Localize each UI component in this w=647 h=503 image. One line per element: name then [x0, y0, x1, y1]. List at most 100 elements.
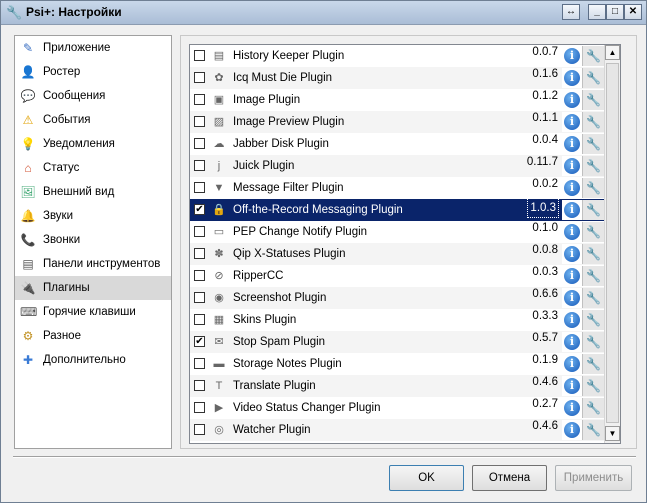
plugin-name: Image Preview Plugin — [233, 116, 345, 128]
plugin-info-button[interactable]: i — [562, 376, 582, 396]
sidebar-item[interactable]: 💡 Уведомления — [15, 132, 171, 156]
plugin-info-button[interactable]: i — [562, 310, 582, 330]
plugin-settings-wrench-icon[interactable]: 🔧 — [582, 288, 604, 308]
plugin-settings-wrench-icon[interactable]: 🔧 — [582, 354, 604, 374]
ok-button[interactable]: OK — [389, 465, 464, 491]
plugin-info-button[interactable]: i — [562, 68, 582, 88]
sidebar-item[interactable]: ⌂ Статус — [15, 156, 171, 180]
plugin-info-button[interactable]: i — [562, 200, 582, 220]
disk-icon: ☁ — [213, 138, 225, 150]
sidebar-item[interactable]: 🔔 Звуки — [15, 204, 171, 228]
sidebar-item[interactable]: 🖼 Внешний вид — [15, 180, 171, 204]
restore-size-button[interactable]: ↔ — [562, 4, 580, 20]
plugin-info-button[interactable]: i — [562, 46, 582, 66]
sidebar-item[interactable]: ⌨ Горячие клавиши — [15, 300, 171, 324]
plugin-info-button[interactable]: i — [562, 178, 582, 198]
info-icon: i — [564, 246, 580, 262]
plugin-settings-wrench-icon[interactable]: 🔧 — [582, 46, 604, 66]
scroll-thumb[interactable] — [606, 63, 619, 423]
sidebar-item[interactable]: ▤ Панели инструментов — [15, 252, 171, 276]
plugin-info-button[interactable]: i — [562, 112, 582, 132]
sidebar-item-label: События — [43, 114, 91, 126]
title-bar[interactable]: 🔧 Psi+: Настройки ↔ _ □ ✕ — [1, 1, 646, 25]
plugin-enable-checkbox[interactable] — [194, 270, 205, 281]
plugin-enable-checkbox[interactable]: ✔ — [194, 336, 205, 347]
plugin-enable-checkbox[interactable] — [194, 50, 205, 61]
plugin-settings-wrench-icon[interactable]: 🔧 — [582, 266, 604, 286]
plugin-name: Juick Plugin — [233, 160, 295, 172]
plugin-enable-checkbox[interactable] — [194, 116, 205, 127]
status-icon: ⌂ — [24, 161, 32, 175]
plugin-info-button[interactable]: i — [562, 156, 582, 176]
sidebar-item[interactable]: 💬 Сообщения — [15, 84, 171, 108]
plugin-settings-wrench-icon[interactable]: 🔧 — [582, 90, 604, 110]
plugin-settings-wrench-icon[interactable]: 🔧 — [582, 376, 604, 396]
plugin-info-button[interactable]: i — [562, 266, 582, 286]
close-button[interactable]: ✕ — [624, 4, 642, 20]
plugin-enable-checkbox[interactable] — [194, 94, 205, 105]
plugin-enable-checkbox[interactable] — [194, 402, 205, 413]
plugin-settings-wrench-icon[interactable]: 🔧 — [582, 420, 604, 440]
minimize-button[interactable]: _ — [588, 4, 606, 20]
plugins-rows: ▤ History Keeper Plugin 0.0.7 i 🔧 ✿ Icq Must D… — [190, 45, 620, 441]
plugin-settings-wrench-icon[interactable]: 🔧 — [582, 134, 604, 154]
plugin-enable-checkbox[interactable] — [194, 248, 205, 259]
info-icon: i — [564, 114, 580, 130]
info-icon: i — [564, 136, 580, 152]
plugin-info-button[interactable]: i — [562, 222, 582, 242]
plugin-enable-checkbox[interactable]: ✔ — [194, 204, 205, 215]
sidebar-item[interactable]: 🔌 Плагины — [15, 276, 171, 300]
plugin-enable-checkbox[interactable] — [194, 226, 205, 237]
sidebar-item[interactable]: 📞 Звонки — [15, 228, 171, 252]
plugin-enable-checkbox[interactable] — [194, 314, 205, 325]
plugin-version: 0.1.9 — [532, 354, 558, 366]
apply-button[interactable]: Применить — [555, 465, 632, 491]
sidebar-item[interactable]: 👤 Ростер — [15, 60, 171, 84]
sidebar-item[interactable]: ✎ Приложение — [15, 36, 171, 60]
plugin-settings-wrench-icon[interactable]: 🔧 — [582, 244, 604, 264]
plugin-info-button[interactable]: i — [562, 354, 582, 374]
plugin-row[interactable]: ▼ Message Filter Plugin 0.0.2 i 🔧 — [190, 177, 620, 199]
plugin-enable-checkbox[interactable] — [194, 292, 205, 303]
plugin-enable-checkbox[interactable] — [194, 72, 205, 83]
plugin-settings-wrench-icon[interactable]: 🔧 — [582, 156, 604, 176]
plugin-settings-wrench-icon[interactable]: 🔧 — [582, 398, 604, 418]
info-icon: i — [564, 378, 580, 394]
plugins-scrollbar[interactable]: ▲ ▼ — [604, 45, 620, 443]
plugin-enable-checkbox[interactable] — [194, 380, 205, 391]
plugin-enable-checkbox[interactable] — [194, 182, 205, 193]
plugin-settings-wrench-icon[interactable]: 🔧 — [582, 332, 604, 352]
plugin-settings-wrench-icon[interactable]: 🔧 — [582, 222, 604, 242]
plugin-info-button[interactable]: i — [562, 288, 582, 308]
plugin-enable-checkbox[interactable] — [194, 138, 205, 149]
plugin-info-button[interactable]: i — [562, 244, 582, 264]
cancel-button[interactable]: Отмена — [472, 465, 547, 491]
sidebar-item[interactable]: ⚙ Разное — [15, 324, 171, 348]
stop-spam-icon: ✉ — [214, 336, 224, 348]
maximize-button[interactable]: □ — [606, 4, 624, 20]
plugin-info-button[interactable]: i — [562, 90, 582, 110]
scroll-up-arrow-icon[interactable]: ▲ — [605, 45, 620, 60]
plugin-info-button[interactable]: i — [562, 134, 582, 154]
plugin-settings-wrench-icon[interactable]: 🔧 — [582, 112, 604, 132]
plugin-enable-checkbox[interactable] — [194, 358, 205, 369]
plugin-version: 1.0.3 — [527, 198, 559, 218]
plugin-settings-wrench-icon[interactable]: 🔧 — [582, 68, 604, 88]
info-icon: i — [564, 48, 580, 64]
plugin-settings-wrench-icon[interactable]: 🔧 — [582, 310, 604, 330]
plugin-settings-wrench-icon[interactable]: 🔧 — [582, 200, 604, 220]
info-icon: i — [564, 158, 580, 174]
plugin-info-button[interactable]: i — [562, 332, 582, 352]
plugin-info-button[interactable]: i — [562, 398, 582, 418]
sidebar-item[interactable]: ✚ Дополнительно — [15, 348, 171, 372]
plugin-enable-checkbox[interactable] — [194, 160, 205, 171]
plugin-settings-wrench-icon[interactable]: 🔧 — [582, 178, 604, 198]
settings-sidebar: ✎ Приложение 👤 Ростер 💬 Сообщения ⚠ События 💡 Уве… — [14, 35, 172, 449]
plugin-version: 0.4.6 — [532, 376, 558, 388]
plugin-enable-checkbox[interactable] — [194, 424, 205, 435]
scroll-down-arrow-icon[interactable]: ▼ — [605, 426, 620, 441]
plugin-row[interactable]: ◎ Watcher Plugin 0.4.6 i 🔧 — [190, 419, 620, 441]
plugin-info-button[interactable]: i — [562, 420, 582, 440]
sidebar-item-label: Звуки — [43, 210, 74, 222]
sidebar-item[interactable]: ⚠ События — [15, 108, 171, 132]
